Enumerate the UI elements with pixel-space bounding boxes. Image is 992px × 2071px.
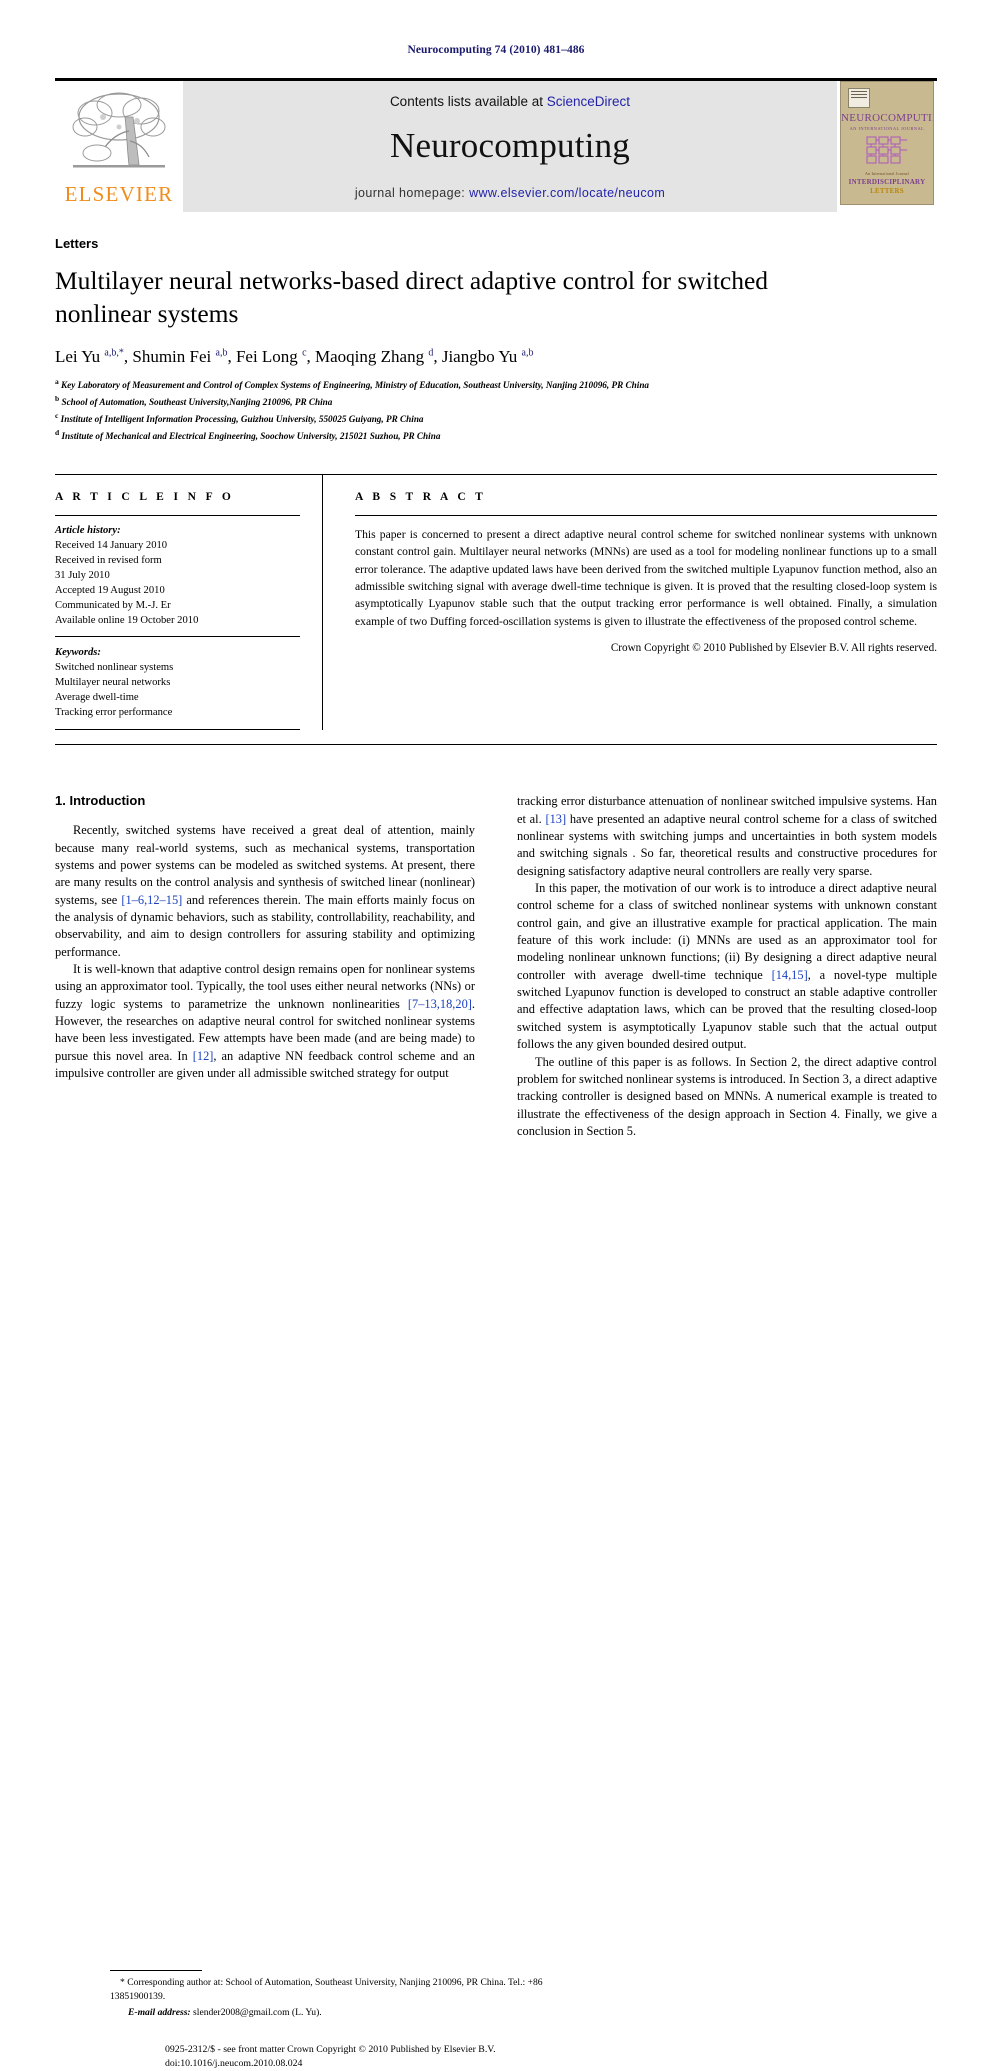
- elsevier-logo: ELSEVIER: [55, 81, 183, 212]
- affiliation-item: c Institute of Intelligent Information P…: [55, 410, 937, 427]
- imprint-block: 0925-2312/$ - see front matter Crown Cop…: [165, 2043, 635, 2071]
- keyword-item: Multilayer neural networks: [55, 677, 171, 689]
- contents-prefix: Contents lists available at: [389, 94, 547, 109]
- abstract-column: A B S T R A C T This paper is concerned …: [323, 475, 937, 730]
- affiliation-item: b School of Automation, Southeast Univer…: [55, 393, 937, 410]
- body-column-right: tracking error disturbance attenuation o…: [517, 793, 937, 1140]
- affiliation-text: Institute of Mechanical and Electrical E…: [61, 430, 441, 441]
- article-body: 1. Introduction Recently, switched syste…: [55, 744, 937, 2069]
- history-item: Accepted 19 August 2010: [55, 584, 165, 596]
- corresponding-author-note: * Corresponding author at: School of Aut…: [110, 1977, 543, 2002]
- affiliation-item: d Institute of Mechanical and Electrical…: [55, 427, 937, 444]
- citation-link[interactable]: [13]: [545, 812, 566, 826]
- abstract-heading: A B S T R A C T: [355, 490, 487, 503]
- cover-art: NEUROCOMPUTING AN INTERNATIONAL JOURNAL: [840, 81, 934, 205]
- article-history-label: Article history:: [55, 524, 121, 536]
- footnote-block: * Corresponding author at: School of Aut…: [110, 1970, 550, 2069]
- paragraph: tracking error disturbance attenuation o…: [517, 794, 937, 878]
- contents-available-line: Contents lists available at ScienceDirec…: [390, 94, 630, 109]
- keyword-item: Tracking error performance: [55, 707, 173, 719]
- cover-title: NEUROCOMPUTING: [841, 112, 933, 124]
- body-top-divider: [55, 744, 937, 746]
- affiliation-mark: b: [55, 394, 60, 404]
- email-note: E-mail address: slender2008@gmail.com (L…: [110, 2006, 550, 2020]
- citation-link[interactable]: [1–6,12–15]: [121, 893, 182, 907]
- paragraph: The outline of this paper is as follows.…: [517, 1054, 937, 1138]
- running-head: Neurocomputing 74 (2010) 481–486: [407, 44, 585, 56]
- article-history: Article history: Received 14 January 201…: [55, 516, 300, 636]
- elsevier-tree-icon: [72, 92, 166, 168]
- affiliation-mark: a: [55, 377, 59, 387]
- body-column-left: 1. Introduction Recently, switched syste…: [55, 793, 475, 1140]
- citation-link[interactable]: [14,15]: [772, 968, 808, 982]
- footnote-rule: [110, 1970, 202, 1972]
- body-columns: 1. Introduction Recently, switched syste…: [55, 793, 937, 1140]
- journal-banner: Contents lists available at ScienceDirec…: [183, 81, 837, 212]
- history-item: 31 July 2010: [55, 569, 110, 581]
- abstract-text: This paper is concerned to present a dir…: [355, 527, 937, 628]
- keywords-divider: [55, 729, 300, 731]
- abstract-copyright: Crown Copyright © 2010 Published by Else…: [610, 642, 937, 655]
- email-label: E-mail address:: [128, 2006, 191, 2018]
- affiliation-text: Institute of Intelligent Information Pro…: [60, 414, 424, 425]
- journal-title: Neurocomputing: [390, 126, 630, 165]
- keywords-label: Keywords:: [55, 646, 101, 658]
- affiliation-mark: d: [55, 427, 60, 437]
- article-head: Letters Multilayer neural networks-based…: [55, 236, 937, 731]
- page-footer: * Corresponding author at: School of Aut…: [55, 1899, 937, 2069]
- cover-grid-icon: [866, 136, 907, 164]
- journal-cover-thumbnail: NEUROCOMPUTING AN INTERNATIONAL JOURNAL: [837, 81, 937, 212]
- elsevier-badge-icon: [848, 88, 870, 108]
- keyword-item: Switched nonlinear systems: [55, 662, 174, 674]
- paragraph: It is well-known that adaptive control d…: [55, 962, 475, 1081]
- cover-foot-line1: INTERDISCIPLINARY: [848, 178, 926, 186]
- email-address[interactable]: slender2008@gmail.com (L. Yu).: [191, 2007, 322, 2018]
- article-section-kicker: Letters: [55, 236, 99, 251]
- section-heading-introduction: 1. Introduction: [55, 793, 146, 809]
- doi-line[interactable]: doi:10.1016/j.neucom.2010.08.024: [165, 2057, 635, 2071]
- elsevier-wordmark: ELSEVIER: [64, 182, 174, 206]
- affiliation-text: Key Laboratory of Measurement and Contro…: [61, 380, 650, 391]
- history-item: Received in revised form: [55, 554, 162, 566]
- homepage-prefix: journal homepage:: [354, 186, 470, 200]
- affiliation-list: a Key Laboratory of Measurement and Cont…: [55, 376, 937, 443]
- info-abstract-block: A R T I C L E I N F O Article history: R…: [55, 473, 937, 731]
- sciencedirect-link[interactable]: ScienceDirect: [547, 94, 630, 109]
- journal-homepage-line: journal homepage: www.elsevier.com/locat…: [355, 186, 665, 200]
- paragraph: Recently, switched systems have received…: [55, 823, 476, 959]
- page-title: Multilayer neural networks-based direct …: [55, 266, 769, 328]
- history-item: Communicated by M.-J. Er: [55, 599, 171, 611]
- issn-copyright-line: 0925-2312/$ - see front matter Crown Cop…: [165, 2043, 496, 2055]
- homepage-link[interactable]: www.elsevier.com/locate/neucom: [469, 186, 665, 200]
- citation-link[interactable]: [7–13,18,20]: [408, 997, 472, 1011]
- cover-foot-small: An International Journal: [865, 171, 909, 176]
- paragraph: In this paper, the motivation of our wor…: [517, 880, 937, 1052]
- affiliation-text: School of Automation, Southeast Universi…: [61, 397, 333, 408]
- keyword-item: Average dwell-time: [55, 692, 139, 704]
- history-item: Received 14 January 2010: [55, 539, 168, 551]
- journal-masthead: ELSEVIER Contents lists available at Sci…: [55, 78, 937, 212]
- citation-link[interactable]: [12]: [193, 1049, 214, 1063]
- paper-page: Neurocomputing 74 (2010) 481–486 ELSEVIE…: [0, 0, 992, 2069]
- cover-foot-line2: LETTERS: [870, 187, 904, 195]
- affiliation-mark: c: [55, 411, 59, 421]
- cover-subtitle: AN INTERNATIONAL JOURNAL: [849, 126, 925, 131]
- article-info-column: A R T I C L E I N F O Article history: R…: [55, 474, 323, 731]
- keywords-block: Keywords: Switched nonlinear systems Mul…: [55, 637, 300, 729]
- history-item: Available online 19 October 2010: [55, 614, 199, 626]
- affiliation-item: a Key Laboratory of Measurement and Cont…: [55, 376, 937, 393]
- article-info-heading: A R T I C L E I N F O: [55, 490, 235, 503]
- author-list: Lei Yu a,b,*, Shumin Fei a,b, Fei Long c…: [55, 347, 534, 367]
